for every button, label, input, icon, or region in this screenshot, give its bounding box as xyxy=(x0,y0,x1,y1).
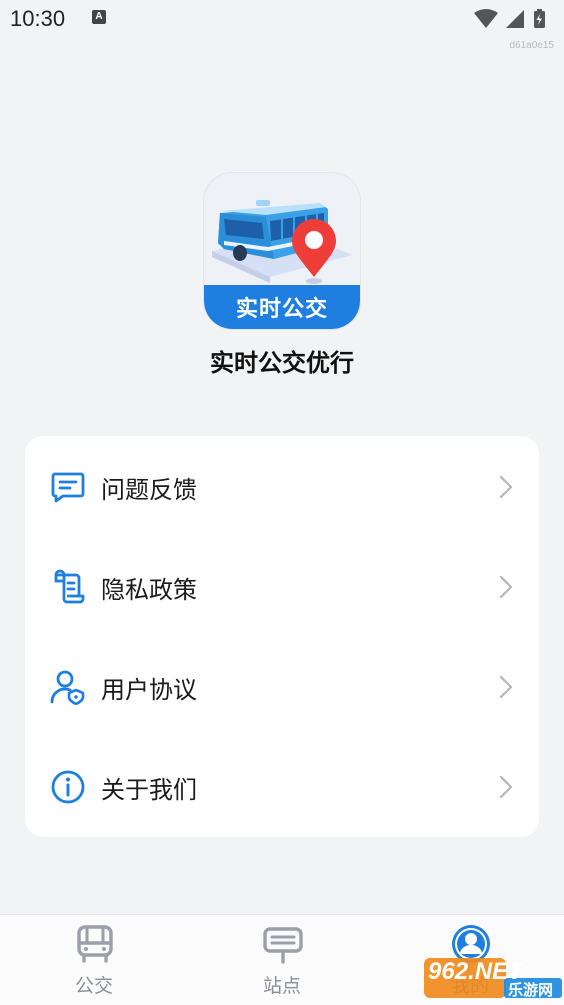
wifi-icon xyxy=(474,9,498,28)
menu-item-label: 隐私政策 xyxy=(101,576,197,604)
status-time: 10:30 xyxy=(10,6,66,31)
app-logo: 实时公交 xyxy=(204,173,360,329)
battery-icon xyxy=(534,9,545,28)
menu-item-label: 关于我们 xyxy=(101,776,197,804)
settings-menu-card: 问题反馈 隐私政策 用户协议 关于我们 xyxy=(25,436,539,837)
chevron-right-icon xyxy=(499,475,513,499)
menu-item-feedback[interactable]: 问题反馈 xyxy=(25,436,539,536)
chevron-right-icon xyxy=(499,575,513,599)
notification-a-icon: A xyxy=(92,10,106,24)
tab-label: 公交 xyxy=(74,975,113,997)
bus-icon xyxy=(77,925,113,963)
status-bar: 10:30 A d61a0e15 xyxy=(0,0,564,51)
app-name: 实时公交优行 xyxy=(210,349,354,377)
watermark-subtext: 乐游网 xyxy=(508,981,554,999)
feedback-icon xyxy=(51,472,85,503)
system-status-icons xyxy=(474,9,545,28)
policy-scroll-icon xyxy=(54,569,85,604)
menu-item-user-agreement[interactable]: 用户协议 xyxy=(25,636,539,736)
menu-item-privacy-policy[interactable]: 隐私政策 xyxy=(25,536,539,636)
menu-item-label: 问题反馈 xyxy=(101,476,197,504)
info-icon xyxy=(51,770,85,804)
notification-a-label: A xyxy=(95,11,103,22)
chevron-right-icon xyxy=(499,675,513,699)
menu-item-label: 用户协议 xyxy=(101,676,197,704)
user-agreement-icon xyxy=(50,670,85,705)
cellular-signal-icon xyxy=(506,10,524,28)
station-icon xyxy=(263,927,303,964)
tab-station[interactable]: 站点 xyxy=(188,915,376,1005)
menu-item-about-us[interactable]: 关于我们 xyxy=(25,736,539,836)
tab-label: 站点 xyxy=(262,975,301,997)
chevron-right-icon xyxy=(499,775,513,799)
tab-bus[interactable]: 公交 xyxy=(0,915,188,1005)
build-id: d61a0e15 xyxy=(509,40,555,51)
watermark-logo: 962.NET 乐游网 xyxy=(424,954,564,1000)
logo-text: 实时公交 xyxy=(235,297,328,322)
